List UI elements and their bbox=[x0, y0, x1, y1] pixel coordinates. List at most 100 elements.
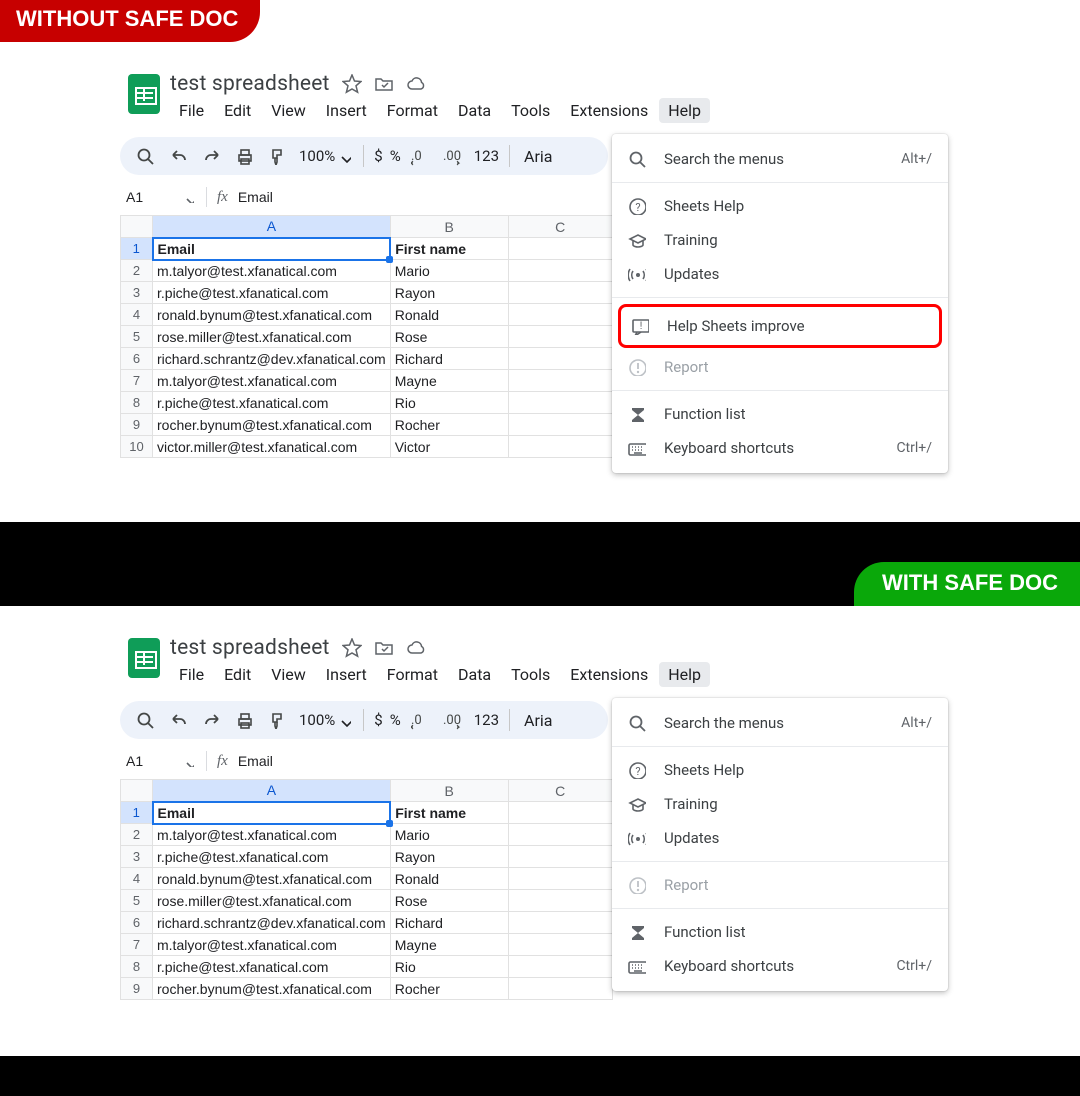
cell[interactable]: Mayne bbox=[390, 934, 508, 956]
cell[interactable]: rose.miller@test.xfanatical.com bbox=[153, 890, 391, 912]
currency-button[interactable]: $ bbox=[374, 711, 382, 729]
cell[interactable]: Mayne bbox=[390, 370, 508, 392]
help-improve[interactable]: Help Sheets improve bbox=[621, 307, 939, 345]
row-header[interactable]: 2 bbox=[121, 260, 153, 282]
spreadsheet-grid[interactable]: A B C 1EmailFirst name2m.talyor@test.xfa… bbox=[120, 215, 613, 458]
number-format-button[interactable]: 123 bbox=[474, 711, 499, 729]
cell[interactable]: Richard bbox=[390, 912, 508, 934]
cell[interactable]: Rocher bbox=[390, 978, 508, 1000]
cell[interactable]: Richard bbox=[390, 348, 508, 370]
menu-format[interactable]: Format bbox=[378, 98, 447, 123]
print-button[interactable] bbox=[231, 707, 257, 733]
cell[interactable] bbox=[508, 912, 612, 934]
cell[interactable] bbox=[508, 260, 612, 282]
cell[interactable]: richard.schrantz@dev.xfanatical.com bbox=[153, 348, 391, 370]
cell[interactable] bbox=[508, 846, 612, 868]
menu-edit[interactable]: Edit bbox=[215, 662, 260, 687]
cell[interactable] bbox=[508, 436, 612, 458]
cell[interactable]: First name bbox=[390, 802, 508, 824]
sheets-logo-icon[interactable] bbox=[128, 638, 160, 678]
cell[interactable]: r.piche@test.xfanatical.com bbox=[153, 282, 391, 304]
decrease-decimal-button[interactable] bbox=[408, 707, 434, 733]
paint-format-button[interactable] bbox=[264, 143, 290, 169]
cloud-status-icon[interactable] bbox=[406, 74, 426, 94]
column-header-a[interactable]: A bbox=[153, 780, 391, 802]
menu-insert[interactable]: Insert bbox=[317, 662, 376, 687]
cell[interactable] bbox=[508, 824, 612, 846]
menu-view[interactable]: View bbox=[262, 662, 315, 687]
row-header[interactable]: 9 bbox=[121, 978, 153, 1000]
row-header[interactable]: 1 bbox=[121, 802, 153, 824]
name-box-dropdown-icon[interactable] bbox=[182, 755, 194, 767]
formula-input[interactable]: Email bbox=[238, 189, 273, 205]
cell[interactable] bbox=[508, 392, 612, 414]
menu-format[interactable]: Format bbox=[378, 662, 447, 687]
menu-file[interactable]: File bbox=[170, 98, 213, 123]
row-header[interactable]: 4 bbox=[121, 868, 153, 890]
name-box[interactable]: A1 bbox=[120, 189, 182, 205]
menu-file[interactable]: File bbox=[170, 662, 213, 687]
column-header-c[interactable]: C bbox=[508, 780, 612, 802]
row-header[interactable]: 9 bbox=[121, 414, 153, 436]
cell[interactable] bbox=[508, 978, 612, 1000]
menu-extensions[interactable]: Extensions bbox=[561, 662, 657, 687]
cell[interactable]: Mario bbox=[390, 260, 508, 282]
row-header[interactable]: 3 bbox=[121, 282, 153, 304]
cell[interactable]: m.talyor@test.xfanatical.com bbox=[153, 934, 391, 956]
cell[interactable] bbox=[508, 802, 612, 824]
cell[interactable] bbox=[508, 934, 612, 956]
cell[interactable]: First name bbox=[390, 238, 508, 260]
help-search-row[interactable]: Search the menus Alt+/ bbox=[612, 706, 948, 740]
redo-button[interactable] bbox=[198, 707, 224, 733]
cell[interactable] bbox=[508, 890, 612, 912]
cell[interactable]: m.talyor@test.xfanatical.com bbox=[153, 824, 391, 846]
decrease-decimal-button[interactable] bbox=[408, 143, 434, 169]
move-folder-icon[interactable] bbox=[374, 638, 394, 658]
move-folder-icon[interactable] bbox=[374, 74, 394, 94]
menu-insert[interactable]: Insert bbox=[317, 98, 376, 123]
menu-help[interactable]: Help bbox=[659, 98, 710, 123]
paint-format-button[interactable] bbox=[264, 707, 290, 733]
font-select[interactable]: Aria bbox=[520, 711, 552, 730]
cloud-status-icon[interactable] bbox=[406, 638, 426, 658]
help-sheets-help[interactable]: Sheets Help bbox=[612, 189, 948, 223]
zoom-select[interactable]: 100% bbox=[297, 711, 353, 729]
cell[interactable]: Rio bbox=[390, 392, 508, 414]
percent-button[interactable]: % bbox=[390, 711, 401, 729]
undo-button[interactable] bbox=[165, 143, 191, 169]
row-header[interactable]: 10 bbox=[121, 436, 153, 458]
row-header[interactable]: 5 bbox=[121, 326, 153, 348]
select-all-corner[interactable] bbox=[121, 780, 153, 802]
select-all-corner[interactable] bbox=[121, 216, 153, 238]
row-header[interactable]: 2 bbox=[121, 824, 153, 846]
cell[interactable]: m.talyor@test.xfanatical.com bbox=[153, 370, 391, 392]
cell[interactable]: Email bbox=[153, 802, 391, 824]
spreadsheet-grid[interactable]: A B C 1EmailFirst name2m.talyor@test.xfa… bbox=[120, 779, 613, 1000]
increase-decimal-button[interactable] bbox=[441, 707, 467, 733]
redo-button[interactable] bbox=[198, 143, 224, 169]
document-title[interactable]: test spreadsheet bbox=[170, 72, 330, 96]
menu-tools[interactable]: Tools bbox=[502, 98, 559, 123]
column-header-b[interactable]: B bbox=[390, 780, 508, 802]
cell[interactable] bbox=[508, 370, 612, 392]
row-header[interactable]: 6 bbox=[121, 912, 153, 934]
help-sheets-help[interactable]: Sheets Help bbox=[612, 753, 948, 787]
increase-decimal-button[interactable] bbox=[441, 143, 467, 169]
undo-button[interactable] bbox=[165, 707, 191, 733]
row-header[interactable]: 5 bbox=[121, 890, 153, 912]
cell[interactable] bbox=[508, 348, 612, 370]
search-icon[interactable] bbox=[132, 707, 158, 733]
cell[interactable]: rocher.bynum@test.xfanatical.com bbox=[153, 414, 391, 436]
cell[interactable]: ronald.bynum@test.xfanatical.com bbox=[153, 868, 391, 890]
row-header[interactable]: 6 bbox=[121, 348, 153, 370]
cell[interactable]: Ronald bbox=[390, 304, 508, 326]
cell[interactable]: r.piche@test.xfanatical.com bbox=[153, 956, 391, 978]
row-header[interactable]: 1 bbox=[121, 238, 153, 260]
row-header[interactable]: 7 bbox=[121, 934, 153, 956]
currency-button[interactable]: $ bbox=[374, 147, 382, 165]
document-title[interactable]: test spreadsheet bbox=[170, 636, 330, 660]
star-icon[interactable] bbox=[342, 638, 362, 658]
cell[interactable] bbox=[508, 282, 612, 304]
row-header[interactable]: 8 bbox=[121, 956, 153, 978]
cell[interactable]: rose.miller@test.xfanatical.com bbox=[153, 326, 391, 348]
